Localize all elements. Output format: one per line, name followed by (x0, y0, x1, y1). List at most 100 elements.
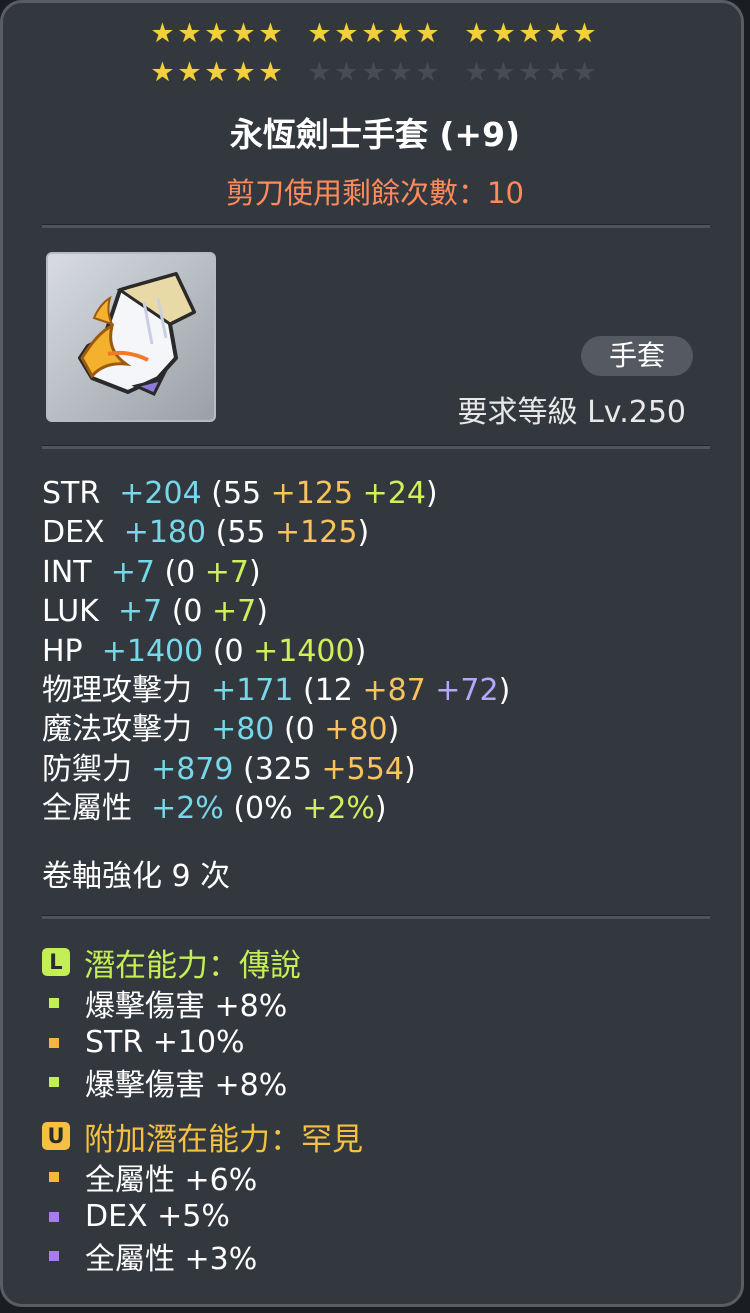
stat-breakdown-part: +1400 (253, 633, 355, 669)
star-filled-icon: ★ (177, 18, 202, 49)
star-group: ★ ★ ★ ★ ★ (149, 59, 284, 89)
potential-line-text: 全屬性 +3% (85, 1242, 258, 1277)
stat-line: LUK +7 (0 +7) (42, 592, 268, 632)
star-group: ★ ★ ★ ★ ★ (306, 59, 441, 89)
stat-total: +1400 (101, 633, 213, 669)
stat-label: STR (42, 476, 120, 511)
stat-total: +180 (123, 515, 216, 551)
stat-line: DEX +180 (55 +125) (42, 513, 369, 553)
stat-breakdown-part: ) (249, 554, 261, 590)
rare-grade-icon: U (42, 1122, 70, 1150)
star-group: ★ ★ ★ ★ ★ (463, 20, 598, 50)
star-filled-icon: ★ (572, 18, 597, 49)
stat-label: 防禦力 (42, 751, 152, 787)
stat-total: +7 (117, 594, 172, 630)
potential-line: STR +10% (49, 1023, 245, 1063)
required-level: 要求等級 Lv.250 (458, 387, 686, 431)
stat-breakdown-part: +125 (275, 515, 358, 551)
stat-breakdown-part: ) (425, 476, 438, 511)
star-filled-icon: ★ (204, 18, 229, 49)
potential-title: 潛在能力：傳說 (84, 947, 301, 984)
star-filled-icon: ★ (258, 18, 283, 49)
star-filled-icon: ★ (491, 18, 516, 49)
star-empty-icon: ★ (572, 57, 597, 88)
star-filled-icon: ★ (150, 18, 175, 49)
star-empty-icon: ★ (361, 57, 386, 88)
stat-total: +2% (151, 791, 234, 827)
stat-breakdown-part: ) (354, 633, 367, 669)
star-filled-icon: ★ (177, 57, 202, 88)
bullet-icon (49, 1077, 59, 1087)
stat-line: HP +1400 (0 +1400) (42, 632, 366, 672)
legendary-grade-icon: L (42, 948, 70, 976)
stat-breakdown-part: +7 (212, 594, 257, 630)
stat-line: INT +7 (0 +7) (42, 553, 261, 593)
stat-label: LUK (42, 594, 118, 630)
star-empty-icon: ★ (464, 57, 489, 88)
scissors-remaining: 剪刀使用剩餘次數：10 (226, 176, 524, 210)
divider (42, 224, 710, 228)
stat-breakdown-part: ) (357, 515, 370, 551)
stat-label: INT (42, 554, 111, 590)
potential-header: L 潛在能力：傳說 (42, 942, 301, 984)
star-filled-icon: ★ (518, 18, 543, 49)
scroll-enhance-count: 卷軸強化 9 次 (42, 859, 231, 894)
stat-breakdown-part: +87 (362, 673, 436, 708)
required-level-label: 要求等級 (457, 395, 578, 430)
bullet-icon (49, 998, 59, 1008)
stat-line: 全屬性 +2% (0% +2%) (42, 789, 387, 829)
star-row-1: ★ ★ ★ ★ ★ ★ ★ ★ ★ ★ ★ ★ ★ ★ ★ (149, 20, 620, 50)
stat-breakdown-part: (0 (212, 633, 254, 669)
potential-line-text: 爆擊傷害 +8% (85, 989, 288, 1024)
stat-breakdown-part: ) (256, 594, 268, 630)
stat-breakdown-part: +80 (324, 712, 388, 748)
stat-line: STR +204 (55 +125 +24) (42, 474, 438, 514)
stat-breakdown-part: (0 (283, 712, 325, 748)
star-row-2: ★ ★ ★ ★ ★ ★ ★ ★ ★ ★ ★ ★ ★ ★ ★ (149, 59, 620, 89)
stat-breakdown-part: ) (403, 751, 416, 787)
stat-breakdown-part: +24 (362, 476, 426, 511)
stat-breakdown-part: +554 (321, 751, 404, 787)
stat-label: 物理攻擊力 (42, 673, 212, 708)
bullet-icon (49, 1251, 59, 1261)
star-filled-icon: ★ (231, 18, 256, 49)
additional-potential-title: 附加潛在能力：罕見 (84, 1121, 363, 1158)
stat-breakdown-part: ) (374, 791, 387, 827)
star-empty-icon: ★ (518, 57, 543, 88)
star-filled-icon: ★ (545, 18, 570, 49)
star-filled-icon: ★ (334, 18, 359, 49)
stat-breakdown-part: (325 (243, 751, 322, 787)
star-filled-icon: ★ (258, 57, 283, 88)
bullet-icon (49, 1037, 59, 1048)
stat-total: +171 (211, 673, 304, 708)
stat-breakdown-part: (0 (171, 594, 213, 630)
stat-breakdown-part: +125 (270, 476, 363, 511)
potential-line-text: 全屬性 +6% (85, 1163, 258, 1198)
potential-line-text: DEX +5% (85, 1199, 230, 1234)
stat-breakdown-part: ) (498, 673, 511, 708)
bullet-icon (49, 1211, 59, 1222)
stat-breakdown-part: +72 (435, 673, 499, 708)
potential-line: DEX +5% (49, 1197, 230, 1237)
required-level-value: Lv.250 (587, 395, 686, 430)
potential-line: 爆擊傷害 +8% (49, 1062, 287, 1103)
potential-line: 全屬性 +6% (49, 1157, 258, 1198)
stat-breakdown-part: (12 (303, 673, 363, 708)
star-empty-icon: ★ (334, 57, 359, 88)
stat-line: 防禦力 +879 (325 +554) (42, 750, 416, 790)
stat-total: +879 (151, 751, 244, 787)
stat-label: DEX (42, 515, 124, 551)
star-filled-icon: ★ (361, 18, 386, 49)
glove-icon (78, 272, 196, 396)
stat-line: 魔法攻擊力 +80 (0 +80) (42, 710, 399, 750)
item-name: 永恆劍士手套 (+9) (229, 115, 521, 154)
star-filled-icon: ★ (204, 57, 229, 88)
star-group: ★ ★ ★ ★ ★ (149, 20, 284, 50)
item-type-badge: 手套 (581, 336, 693, 376)
star-filled-icon: ★ (464, 18, 489, 49)
stat-breakdown-part: (0 (164, 554, 205, 590)
star-group: ★ ★ ★ ★ ★ (463, 59, 598, 89)
potential-line: 爆擊傷害 +8% (49, 983, 288, 1024)
stat-breakdown-part: +2% (302, 791, 375, 827)
stat-breakdown-part: (0% (233, 791, 303, 827)
